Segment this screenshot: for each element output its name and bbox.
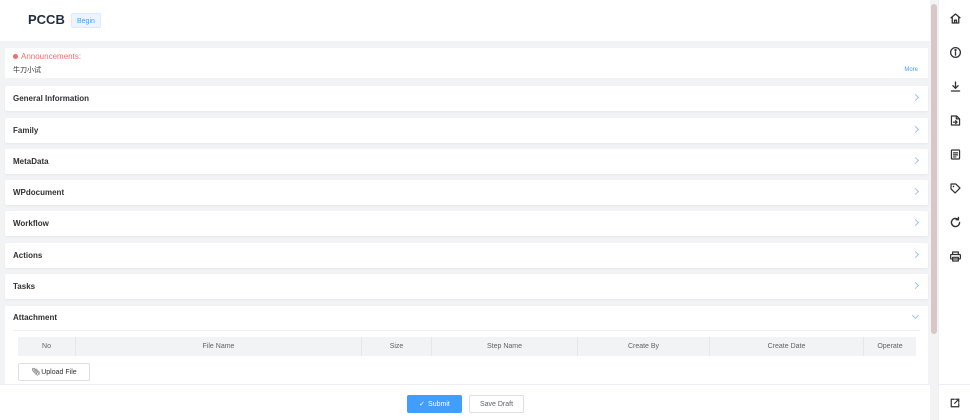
refresh-icon: [950, 216, 960, 227]
section-actions[interactable]: Actions: [5, 243, 928, 268]
announcement-text: 牛刀小试: [13, 67, 41, 74]
section-family[interactable]: Family: [5, 118, 928, 143]
header: PCCB Begin: [0, 0, 930, 41]
chevron-down-icon[interactable]: [911, 311, 920, 320]
download-icon: [950, 80, 960, 92]
document-button[interactable]: [939, 138, 970, 170]
chevron-right-icon: [911, 156, 920, 165]
column-header-operate: Operate: [877, 343, 903, 350]
section-label: Tasks: [13, 282, 36, 291]
export-document-button[interactable]: [939, 104, 970, 136]
attachment-table-header: No File Name Size Step Name Create By Cr…: [18, 337, 916, 356]
upload-file-label: Upload File: [41, 368, 77, 376]
status-badge: Begin: [71, 13, 101, 28]
chevron-right-icon: [911, 218, 920, 227]
section-label: Family: [13, 126, 39, 135]
alert-dot-icon: [13, 54, 18, 59]
attachment-panel: Attachment No File Name Size Step Name C…: [5, 306, 928, 384]
announcement-label: Announcements:: [21, 52, 82, 61]
more-link[interactable]: More: [904, 67, 918, 73]
section-label: Workflow: [13, 219, 49, 228]
column-header-file-name: File Name: [76, 337, 362, 356]
section-wpdocument[interactable]: WPdocument: [5, 180, 928, 205]
chevron-right-icon: [911, 250, 920, 259]
announcement-heading: Announcements:: [13, 52, 81, 61]
section-tasks[interactable]: Tasks: [5, 274, 928, 299]
announcement-panel: Announcements: 牛刀小试 More: [5, 48, 928, 78]
section-label: General Information: [13, 94, 90, 103]
column-header-no: No: [18, 337, 76, 356]
tag-icon: [949, 182, 961, 194]
document-icon: [950, 148, 960, 160]
column-header-step-name: Step Name: [432, 337, 578, 356]
attachment-heading: Attachment: [13, 313, 58, 322]
download-button[interactable]: [939, 70, 970, 102]
submit-label: Submit: [428, 400, 450, 408]
print-button[interactable]: [939, 240, 970, 272]
page-title: PCCB: [28, 12, 65, 27]
column-header-create-date: Create Date: [710, 337, 864, 356]
section-label: Actions: [13, 251, 43, 260]
section-label: WPdocument: [13, 188, 65, 197]
right-toolbar: [938, 0, 970, 420]
footer-bar: ✓ Submit Save Draft: [0, 384, 930, 420]
column-header-size: Size: [362, 337, 432, 356]
check-icon: ✓: [419, 401, 426, 408]
open-external-icon: [950, 398, 960, 407]
open-external-button[interactable]: [939, 384, 970, 420]
export-doc-icon: [950, 114, 960, 126]
chevron-right-icon: [911, 125, 920, 134]
column-header-create-by: Create By: [578, 337, 710, 356]
paperclip-icon: 📎︎: [31, 369, 41, 376]
chevron-right-icon: [911, 281, 920, 290]
info-icon: [949, 46, 961, 58]
divider: [13, 330, 920, 331]
submit-button[interactable]: ✓ Submit: [407, 395, 462, 413]
save-draft-button[interactable]: Save Draft: [469, 395, 524, 413]
scrollbar-thumb[interactable]: [931, 4, 937, 334]
chevron-right-icon: [911, 187, 920, 196]
home-button[interactable]: [939, 2, 970, 34]
main-area: PCCB Begin Announcements: 牛刀小试 More Gene…: [0, 0, 930, 420]
refresh-button[interactable]: [939, 206, 970, 238]
section-general-information[interactable]: General Information: [5, 86, 928, 111]
chevron-right-icon: [911, 93, 920, 102]
section-label: MetaData: [13, 157, 49, 166]
vertical-scrollbar[interactable]: [930, 0, 938, 420]
upload-file-button[interactable]: 📎︎ Upload File: [18, 363, 90, 381]
home-icon: [949, 12, 961, 24]
section-workflow[interactable]: Workflow: [5, 211, 928, 236]
section-metadata[interactable]: MetaData: [5, 149, 928, 174]
tag-button[interactable]: [939, 172, 970, 204]
info-button[interactable]: [939, 36, 970, 68]
print-icon: [949, 250, 961, 262]
